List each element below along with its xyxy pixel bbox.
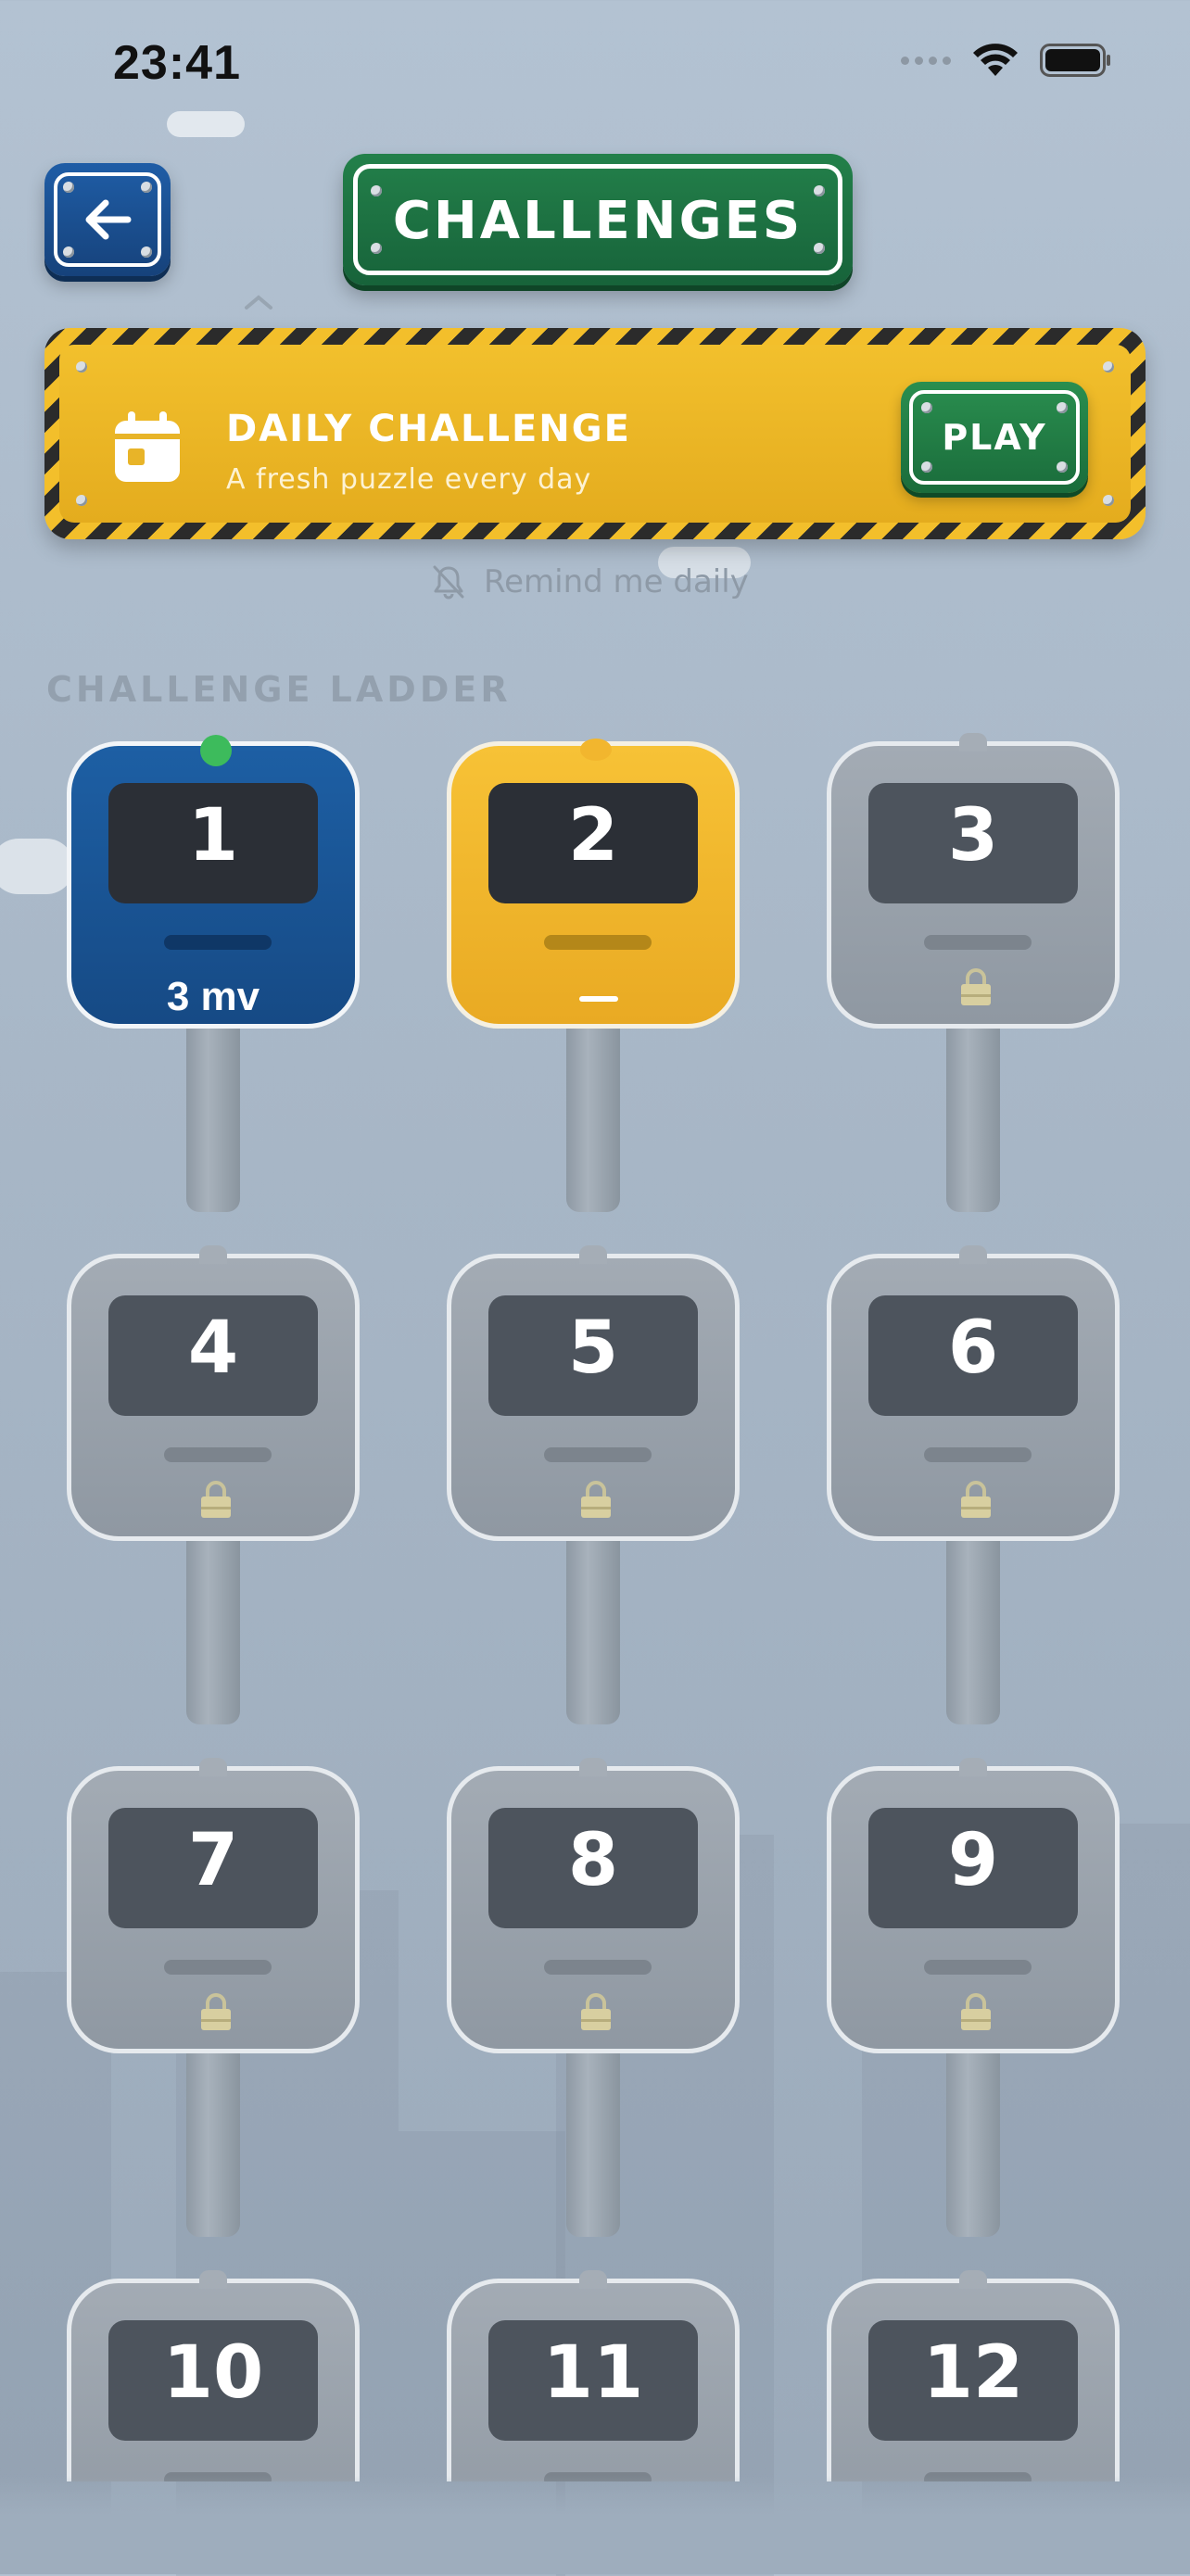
level-number: 5	[567, 1307, 619, 1390]
wifi-icon	[971, 43, 1019, 78]
level-number: 7	[187, 1819, 239, 1902]
signpost-pole	[186, 1019, 240, 1212]
signpost-pole	[946, 1019, 1000, 1212]
level-number: 12	[922, 2331, 1024, 2415]
level-tile-1[interactable]: 1 3 mv	[67, 735, 360, 1029]
tile-hanger	[959, 2270, 987, 2289]
level-tile-9: 9	[827, 1758, 1120, 2053]
level-number: 1	[187, 794, 239, 878]
daily-challenge-banner[interactable]: DAILY CHALLENGE A fresh puzzle every day…	[44, 328, 1146, 539]
level-number: 11	[542, 2331, 644, 2415]
complete-indicator	[200, 735, 232, 766]
back-button[interactable]	[44, 163, 171, 276]
cellular-signal-icon	[901, 56, 951, 65]
lock-icon	[197, 1991, 234, 2032]
signpost-pole	[186, 2044, 240, 2237]
signpost-pole	[566, 2044, 620, 2237]
daily-challenge-title: DAILY CHALLENGE	[226, 408, 631, 450]
cloud-decoration	[0, 839, 74, 894]
level-tile-10: 10	[67, 2270, 360, 2481]
remind-daily-toggle[interactable]: Remind me daily	[430, 563, 749, 600]
level-progress-bar	[924, 935, 1032, 950]
level-result: 3 mv	[166, 974, 260, 1019]
section-heading: CHALLENGE LADDER	[46, 669, 512, 710]
tile-hanger	[579, 1245, 607, 1264]
lock-icon	[957, 1991, 994, 2032]
level-progress-bar	[164, 935, 272, 950]
level-progress-bar	[164, 1960, 272, 1975]
level-progress-bar	[924, 1960, 1032, 1975]
level-tile-12: 12	[827, 2270, 1120, 2481]
lock-icon	[957, 966, 994, 1007]
status-icons	[901, 43, 1112, 78]
tile-hanger	[579, 1758, 607, 1776]
chevron-up-icon	[245, 295, 272, 309]
level-progress-bar	[164, 1447, 272, 1462]
level-result	[579, 996, 618, 1002]
status-time: 23:41	[113, 36, 241, 90]
level-tile-6: 6	[827, 1245, 1120, 1541]
bell-slash-icon	[433, 565, 464, 600]
challenge-ladder-row-4: 10 11 12	[0, 2263, 1190, 2481]
signpost-pole	[946, 2044, 1000, 2237]
daily-challenge-subtitle: A fresh puzzle every day	[226, 463, 592, 496]
signpost-pole	[566, 1019, 620, 1212]
tile-hanger	[579, 2270, 607, 2289]
level-tile-7: 7	[67, 1758, 360, 2053]
level-progress-bar	[544, 1960, 652, 1975]
signpost-pole	[946, 1532, 1000, 1724]
level-progress-bar	[924, 1447, 1032, 1462]
level-number: 2	[567, 794, 619, 878]
battery-icon	[1040, 44, 1112, 77]
current-indicator	[580, 739, 612, 761]
page-title: CHALLENGES	[392, 191, 804, 251]
level-number: 10	[162, 2331, 264, 2415]
signpost-pole	[186, 1532, 240, 1724]
level-tile-8: 8	[447, 1758, 740, 2053]
calendar-icon	[115, 411, 180, 482]
signpost-pole	[566, 1532, 620, 1724]
level-tile-5: 5	[447, 1245, 740, 1541]
level-number: 4	[187, 1307, 239, 1390]
level-tile-4: 4	[67, 1245, 360, 1541]
tile-hanger	[199, 2270, 227, 2289]
title-sign: CHALLENGES	[343, 154, 853, 285]
cloud-decoration	[167, 111, 245, 137]
level-tile-2[interactable]: 2	[447, 739, 740, 1029]
lock-icon	[577, 1991, 614, 2032]
tile-hanger	[199, 1245, 227, 1264]
arrow-left-icon	[85, 199, 132, 240]
level-number: 6	[947, 1307, 999, 1390]
remind-daily-label: Remind me daily	[484, 563, 749, 600]
tile-hanger	[959, 1758, 987, 1776]
level-progress-bar	[544, 1447, 652, 1462]
level-number: 3	[947, 794, 999, 878]
lock-icon	[957, 1479, 994, 1520]
lock-icon	[577, 1479, 614, 1520]
bottom-fade	[0, 2476, 1190, 2574]
level-tile-11: 11	[447, 2270, 740, 2481]
level-tile-3: 3	[827, 733, 1120, 1029]
level-number: 9	[947, 1819, 999, 1902]
status-bar: 23:41	[0, 0, 1190, 130]
tile-hanger	[959, 1245, 987, 1264]
level-progress-bar	[544, 935, 652, 950]
tile-hanger	[959, 733, 987, 751]
play-button-label: PLAY	[942, 417, 1047, 458]
lock-icon	[197, 1479, 234, 1520]
play-button[interactable]: PLAY	[901, 382, 1088, 493]
tile-hanger	[199, 1758, 227, 1776]
level-number: 8	[567, 1819, 619, 1902]
